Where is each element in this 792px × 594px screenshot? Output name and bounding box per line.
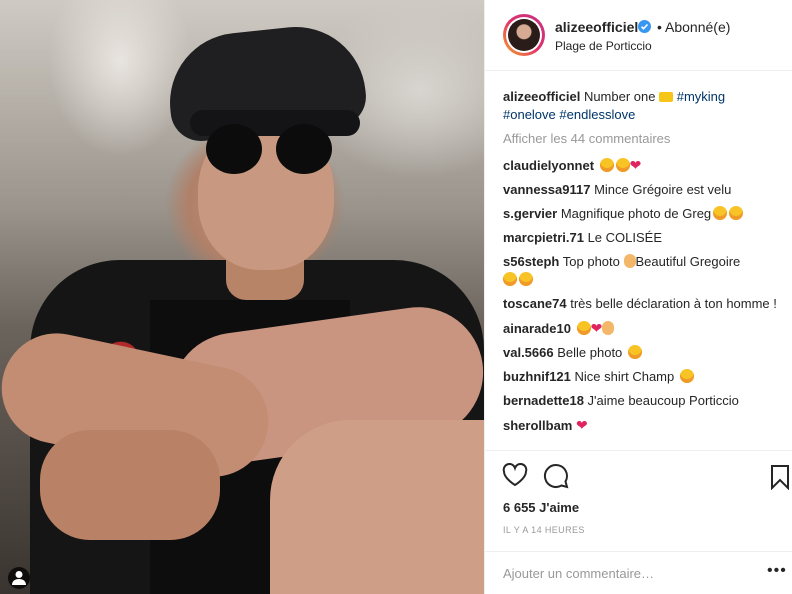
comment-username[interactable]: marcpietri.71 — [503, 230, 584, 245]
user-icon[interactable] — [8, 567, 30, 589]
comment: s.gervier Magnifique photo de Greg — [503, 205, 778, 223]
hashtag[interactable]: #endlesslove — [559, 107, 635, 122]
view-all-comments-link[interactable]: Afficher les 44 commentaires — [503, 130, 778, 148]
comment: sherollbam ❤ — [503, 416, 778, 435]
caption-username[interactable]: alizeeofficiel — [503, 89, 580, 104]
clap-emoji-icon — [602, 321, 615, 335]
comment-username[interactable]: s56steph — [503, 254, 559, 269]
post-timestamp: IL Y A 14 HEURES — [503, 525, 585, 535]
comment-username[interactable]: ainarade10 — [503, 321, 571, 336]
comment-username[interactable]: vannessa9117 — [503, 182, 590, 197]
comment-username[interactable]: s.gervier — [503, 206, 557, 221]
comment: ainarade10 ❤ — [503, 319, 778, 338]
comment-username[interactable]: buzhnif121 — [503, 369, 571, 384]
likes-count[interactable]: 6 655 J'aime — [503, 500, 579, 515]
comment-text: Top photo — [562, 254, 620, 269]
comment-input[interactable]: Ajouter un commentaire… — [503, 566, 654, 581]
hashtag[interactable]: #onelove — [503, 107, 556, 122]
photo-leg — [270, 420, 484, 594]
bookmark-icon[interactable] — [770, 464, 790, 490]
heart-eyes-emoji-icon — [729, 206, 744, 220]
heart-outline-icon[interactable] — [502, 463, 528, 487]
avatar[interactable] — [503, 14, 545, 56]
photo-sunglasses-right — [276, 124, 332, 174]
location-link[interactable]: Plage de Porticcio — [555, 39, 652, 53]
comment: bernadette18 J'aime beaucoup Porticcio — [503, 392, 778, 410]
comment-username[interactable]: val.5666 — [503, 345, 554, 360]
comment: marcpietri.71 Le COLISÉE — [503, 229, 778, 247]
grinning-emoji-icon — [503, 272, 517, 286]
sunglasses-emoji-icon — [679, 369, 694, 383]
hearts-emoji-icon: ❤ — [590, 320, 603, 336]
comment: vannessa9117 Mince Grégoire est velu — [503, 181, 778, 199]
comment-text: J'aime beaucoup Porticcio — [587, 393, 739, 408]
comment: claudielyonnet ❤ — [503, 156, 778, 175]
comment-text: Le COLISÉE — [587, 230, 662, 245]
heart-eyes-emoji-icon — [519, 272, 533, 286]
comments-list: alizeeofficiel Number one #myking #onelo… — [503, 88, 778, 441]
hearts-emoji-icon: ❤ — [575, 417, 588, 433]
add-comment-bar: Ajouter un commentaire… ••• — [485, 551, 792, 592]
comment-text: Magnifique photo de Greg — [560, 206, 712, 221]
post-photo[interactable] — [0, 0, 484, 594]
verified-badge-icon — [638, 20, 651, 33]
hashtag[interactable]: #myking — [677, 89, 725, 104]
heart-eyes-emoji-icon — [599, 158, 614, 172]
comment-username[interactable]: claudielyonnet — [503, 158, 594, 173]
crown-emoji-icon — [659, 92, 674, 102]
comment-text: Belle photo — [557, 345, 623, 360]
post-header: alizeeofficiel • Abonné(e) Plage de Port… — [485, 0, 792, 71]
comment-username[interactable]: toscane74 — [503, 296, 567, 311]
photo-sunglasses-left — [206, 124, 262, 174]
caption-text: Number one — [583, 89, 656, 104]
comment-text: Nice shirt Champ — [574, 369, 675, 384]
comment-text: Mince Grégoire est velu — [594, 182, 732, 197]
comment: toscane74 très belle déclaration à ton h… — [503, 295, 778, 313]
comment-username[interactable]: bernadette18 — [503, 393, 584, 408]
comment-bubble-icon[interactable] — [543, 463, 569, 489]
heart-eyes-emoji-icon — [615, 158, 630, 172]
red-heart-emoji-icon: ❤ — [629, 157, 642, 173]
photo-hand — [40, 430, 220, 540]
comment: s56steph Top photo Beautiful Gregoire — [503, 253, 778, 289]
comment: val.5666 Belle photo — [503, 344, 778, 362]
header-username[interactable]: alizeeofficiel — [555, 19, 638, 35]
caption: alizeeofficiel Number one #myking #onelo… — [503, 88, 778, 124]
more-options-icon[interactable]: ••• — [767, 562, 787, 580]
comment-text: Beautiful Gregoire — [635, 254, 741, 269]
comment: buzhnif121 Nice shirt Champ — [503, 368, 778, 386]
smirk-emoji-icon — [627, 345, 642, 359]
comment-username[interactable]: sherollbam — [503, 418, 572, 433]
smirk-emoji-icon — [576, 321, 591, 335]
ok-hand-emoji-icon — [623, 254, 636, 268]
heart-eyes-emoji-icon — [713, 206, 728, 220]
comment-text: très belle déclaration à ton homme ! — [570, 296, 777, 311]
post-actions: 6 655 J'aime IL Y A 14 HEURES Ajouter un… — [485, 450, 792, 591]
follow-status[interactable]: • Abonné(e) — [657, 19, 730, 35]
post-sidebar: alizeeofficiel • Abonné(e) Plage de Port… — [484, 0, 792, 594]
